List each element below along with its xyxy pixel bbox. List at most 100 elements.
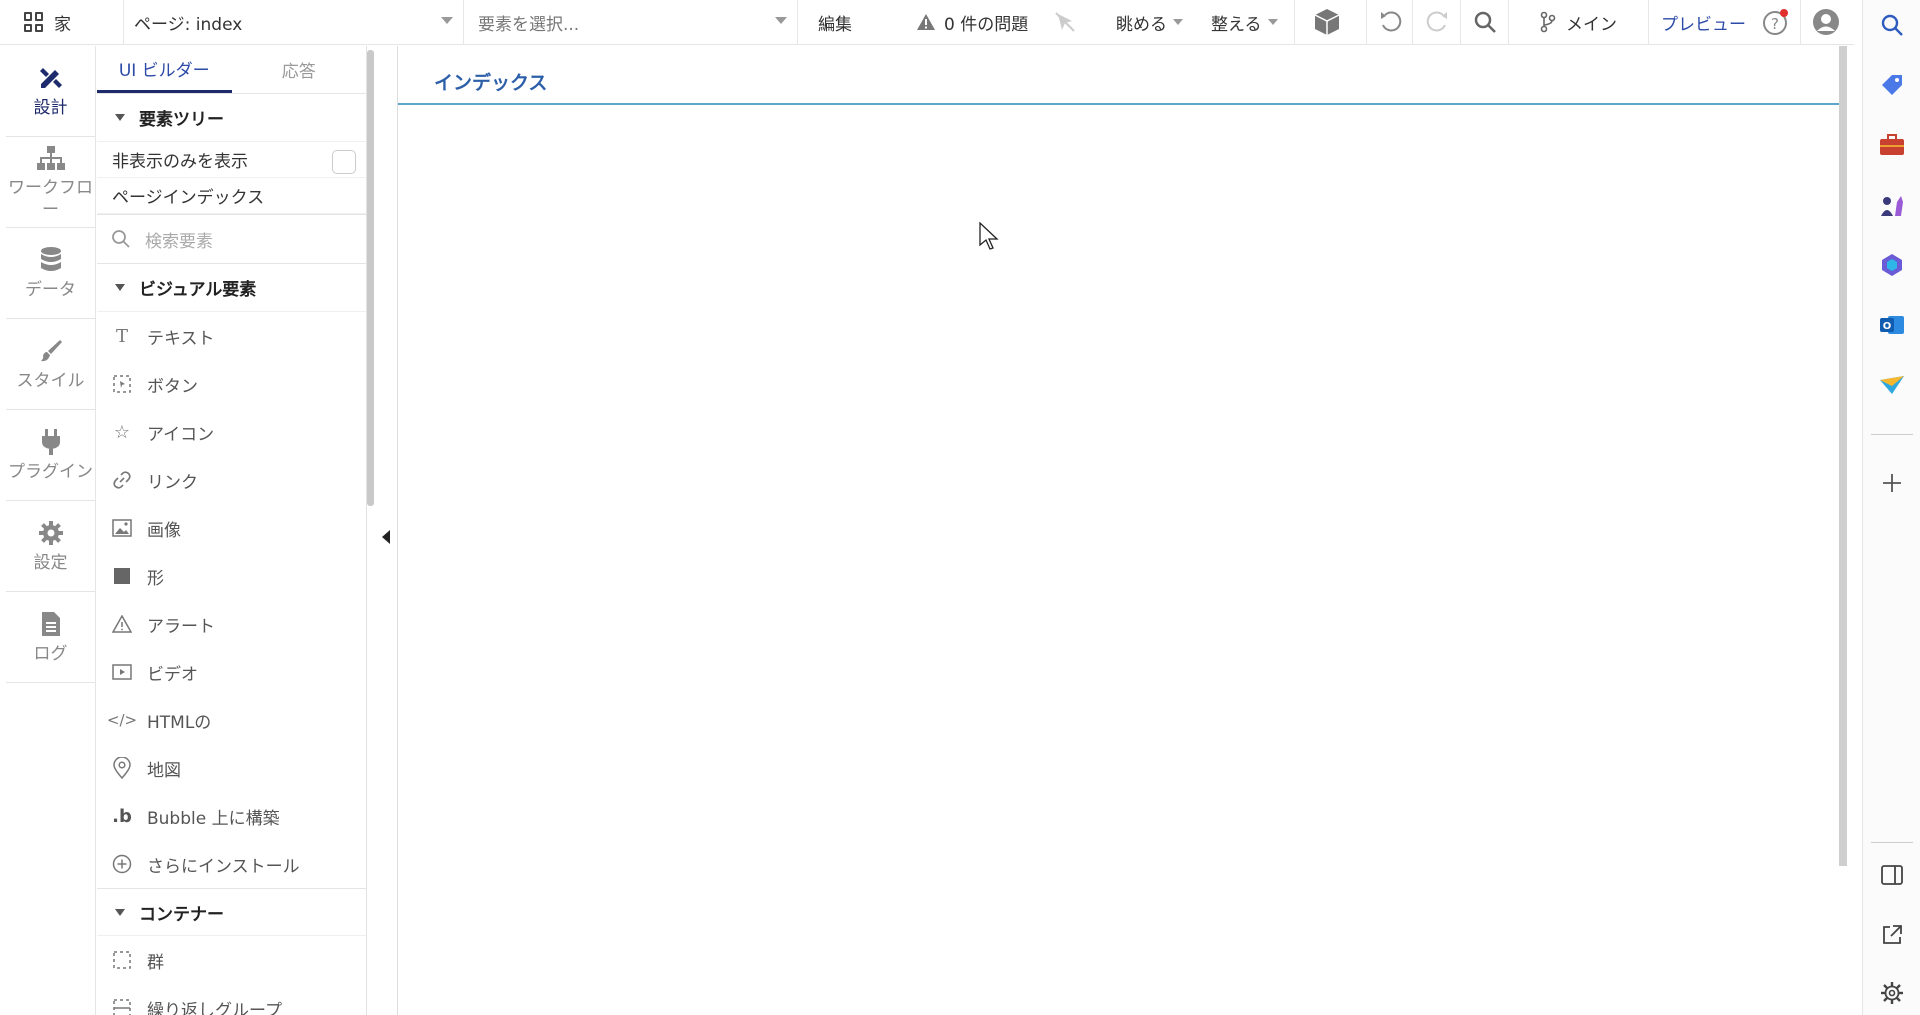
button-icon — [111, 373, 133, 395]
view-menu[interactable]: 眺める — [1116, 0, 1183, 44]
tab-responsive[interactable]: 応答 — [232, 46, 367, 93]
ui-builder-panel: UI ビルダー 応答 要素ツリー 非表示のみを表示 ページインデックス 検索要素… — [97, 46, 367, 1015]
redo-icon — [1426, 11, 1447, 32]
show-hidden-only-checkbox[interactable] — [332, 150, 356, 174]
panel-scrollbar[interactable] — [367, 50, 374, 506]
search-icon[interactable] — [1877, 10, 1907, 40]
rail-item-settings[interactable]: 設定 — [6, 501, 95, 592]
element-group[interactable]: 群 — [97, 936, 366, 984]
sidebar-toggle-icon[interactable] — [1877, 860, 1907, 890]
element-image[interactable]: 画像 — [97, 504, 366, 552]
tree-item-label: ページインデックス — [112, 188, 265, 208]
element-label: テキスト — [147, 328, 215, 349]
element-video[interactable]: ビデオ — [97, 648, 366, 696]
show-hidden-only-row: 非表示のみを表示 — [97, 142, 366, 178]
components-button[interactable] — [1312, 0, 1342, 44]
element-tree-title: 要素ツリー — [139, 110, 224, 130]
element-tree-header[interactable]: 要素ツリー — [97, 94, 366, 142]
caret-down-icon — [115, 284, 125, 291]
edit-menu[interactable]: 編集 — [818, 0, 852, 44]
view-label: 眺める — [1116, 14, 1167, 35]
containers-header[interactable]: コンテナー — [97, 888, 366, 936]
warning-icon — [917, 14, 935, 30]
image-icon — [111, 517, 133, 539]
gear-icon[interactable] — [1877, 978, 1907, 1008]
help-button[interactable]: ? — [1762, 0, 1790, 44]
rail-item-data[interactable]: データ — [6, 228, 95, 319]
rail-item-logs[interactable]: ログ — [6, 592, 95, 683]
search-icon — [1474, 11, 1496, 33]
shape-icon — [111, 565, 133, 587]
chevron-down-icon — [1267, 19, 1278, 25]
element-text[interactable]: T テキスト — [97, 312, 366, 360]
arrange-label: 整える — [1211, 14, 1262, 35]
element-html[interactable]: </> HTMLの — [97, 696, 366, 744]
design-canvas[interactable]: インデックス — [397, 46, 1847, 1015]
element-shape[interactable]: 形 — [97, 552, 366, 600]
element-search[interactable]: 検索要素 — [97, 214, 366, 264]
page-selector[interactable]: ページ: index — [124, 0, 464, 44]
user-avatar-icon — [1813, 9, 1839, 35]
undo-button[interactable] — [1378, 0, 1404, 44]
tab-ui-builder[interactable]: UI ビルダー — [97, 46, 232, 93]
copilot-icon[interactable] — [1877, 250, 1907, 280]
undo-icon — [1381, 11, 1402, 32]
element-selector-placeholder: 要素を選択... — [478, 14, 580, 35]
search-icon — [112, 230, 130, 248]
database-icon — [36, 245, 66, 275]
visual-elements-header[interactable]: ビジュアル要素 — [97, 264, 366, 312]
element-repeating-group[interactable]: 繰り返しグループ — [97, 984, 366, 1015]
element-link[interactable]: リンク — [97, 456, 366, 504]
bubble-icon: .b — [112, 805, 132, 827]
element-install-more[interactable]: さらにインストール — [97, 840, 366, 888]
help-icon: ? — [1763, 9, 1788, 35]
rail-item-plugins[interactable]: プラグイン — [6, 410, 95, 501]
canvas-scrollbar[interactable] — [1839, 46, 1847, 866]
briefcase-icon[interactable] — [1877, 130, 1907, 160]
tag-icon[interactable] — [1877, 70, 1907, 100]
send-icon[interactable] — [1877, 370, 1907, 400]
element-selector[interactable]: 要素を選択... — [464, 0, 798, 44]
chevron-down-icon — [441, 17, 453, 24]
element-alert[interactable]: アラート — [97, 600, 366, 648]
redo-button[interactable] — [1424, 0, 1450, 44]
preview-button[interactable]: プレビュー — [1661, 0, 1746, 44]
branch-label: メイン — [1566, 14, 1617, 35]
tree-item-page-index[interactable]: ページインデックス — [97, 178, 366, 214]
visual-elements-title: ビジュアル要素 — [139, 280, 257, 300]
video-icon — [111, 661, 133, 683]
issues-button[interactable]: 0 件の問題 — [916, 0, 1028, 44]
element-label: アラート — [147, 616, 215, 637]
element-built-on-bubble[interactable]: .b Bubble 上に構築 — [97, 792, 366, 840]
left-nav-rail: 設計 ワークフロー データ スタイル プラグイン 設定 ログ — [6, 46, 96, 1015]
outlook-icon[interactable]: O — [1877, 310, 1907, 340]
account-button[interactable] — [1812, 0, 1840, 44]
add-icon[interactable] — [1877, 468, 1907, 498]
element-button[interactable]: ボタン — [97, 360, 366, 408]
rail-label-design: 設計 — [33, 98, 68, 118]
chess-pieces-icon[interactable] — [1877, 190, 1907, 220]
element-label: アイコン — [147, 424, 215, 445]
edit-label: 編集 — [818, 14, 852, 35]
element-map[interactable]: 地図 — [97, 744, 366, 792]
svg-text:O: O — [1883, 321, 1892, 332]
element-label: HTMLの — [147, 712, 212, 733]
rail-item-styles[interactable]: スタイル — [6, 319, 95, 410]
gear-icon — [36, 518, 66, 548]
star-icon: ☆ — [113, 421, 131, 443]
page-tab[interactable]: インデックス — [398, 46, 1847, 105]
search-button[interactable] — [1473, 0, 1497, 44]
rail-item-design[interactable]: 設計 — [6, 46, 95, 137]
caret-down-icon — [115, 908, 125, 916]
external-link-icon[interactable] — [1877, 920, 1907, 950]
pointer-mode-button[interactable] — [1054, 0, 1076, 44]
rail-item-workflow[interactable]: ワークフロー — [6, 137, 95, 228]
arrange-menu[interactable]: 整える — [1211, 0, 1278, 44]
containers-title: コンテナー — [139, 904, 224, 925]
element-icon[interactable]: ☆ アイコン — [97, 408, 366, 456]
home-button[interactable]: 家 — [0, 0, 124, 44]
branch-button[interactable]: メイン — [1540, 0, 1617, 44]
caret-down-icon — [115, 114, 125, 121]
collapse-panel-icon[interactable] — [382, 530, 390, 544]
plug-icon — [36, 427, 66, 457]
